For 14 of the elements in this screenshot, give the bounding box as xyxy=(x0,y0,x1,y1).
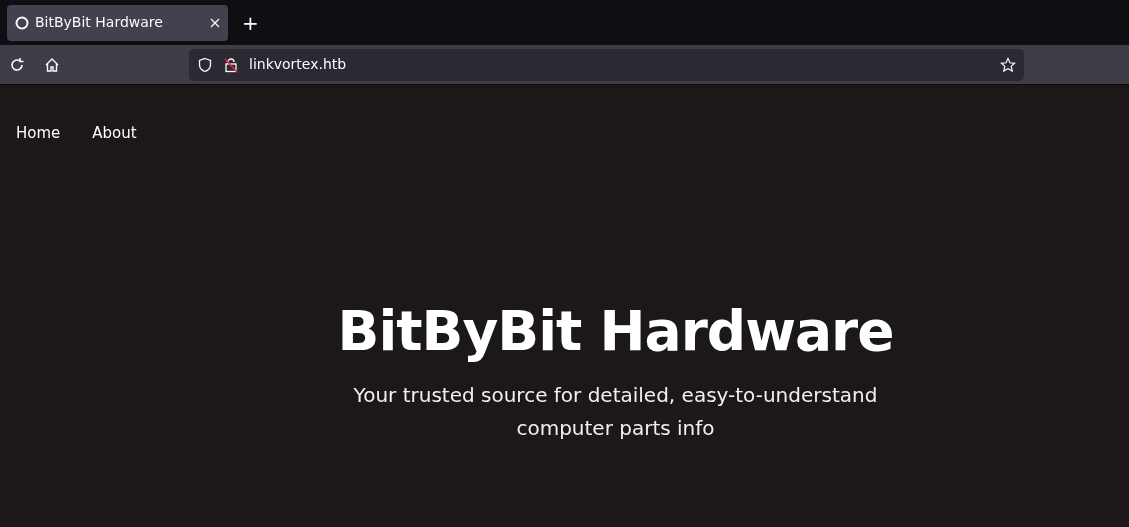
close-icon[interactable] xyxy=(210,17,220,28)
tab-title: BitByBit Hardware xyxy=(35,13,164,32)
nav-link[interactable]: Home xyxy=(16,122,61,145)
hero-subtitle: Your trusted source for detailed, easy-to-understand computer parts info xyxy=(352,381,879,442)
site-icon xyxy=(15,15,29,30)
bookmark-star-icon[interactable] xyxy=(1000,56,1016,73)
address-bar[interactable]: linkvortex.htb xyxy=(189,48,1024,81)
home-icon[interactable] xyxy=(44,56,60,73)
new-tab-button[interactable]: + xyxy=(240,7,261,38)
reload-icon[interactable] xyxy=(9,56,25,73)
shield-icon[interactable] xyxy=(197,56,213,73)
browser-tab[interactable]: BitByBit Hardware xyxy=(7,4,228,41)
insecure-lock-icon[interactable] xyxy=(223,56,239,73)
nav-link[interactable]: About xyxy=(92,122,137,145)
